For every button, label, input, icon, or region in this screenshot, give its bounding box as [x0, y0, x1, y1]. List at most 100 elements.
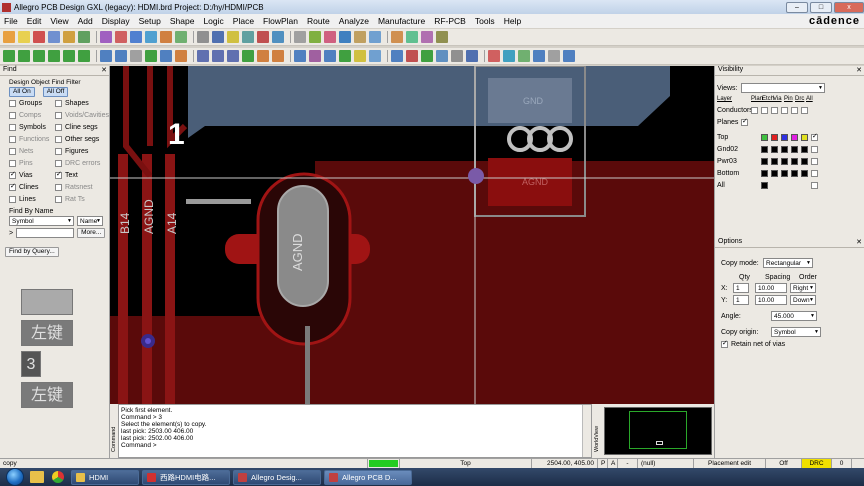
copy-origin-select[interactable]: Symbol: [771, 327, 821, 337]
x-order-select[interactable]: Right: [790, 283, 816, 293]
toolbar1-tool-icon[interactable]: [78, 31, 90, 43]
toolbar2-tool-icon[interactable]: [563, 50, 575, 62]
toolbar2-tool-icon[interactable]: [436, 50, 448, 62]
menu-place[interactable]: Place: [233, 16, 254, 26]
menu-tools[interactable]: Tools: [475, 16, 495, 26]
find-filter-item[interactable]: DRC errors: [55, 157, 109, 169]
menu-logic[interactable]: Logic: [203, 16, 223, 26]
find-filter-checkbox[interactable]: [9, 99, 16, 107]
layer-color-swatch[interactable]: [781, 169, 788, 177]
toolbar2-tool-icon[interactable]: [272, 50, 284, 62]
angle-select[interactable]: 45.000: [771, 311, 817, 321]
find-filter-item[interactable]: Voids/Cavities: [55, 109, 109, 121]
conductors-etch-check[interactable]: [761, 106, 768, 114]
taskbar-chrome-icon[interactable]: [52, 471, 64, 483]
layer-visible-checkbox[interactable]: [811, 181, 818, 189]
close-icon[interactable]: ✕: [856, 238, 862, 246]
toolbar2-tool-icon[interactable]: [548, 50, 560, 62]
find-filter-checkbox[interactable]: [55, 159, 62, 167]
y-qty-input[interactable]: 1: [733, 295, 749, 305]
toolbar1-tool-icon[interactable]: [212, 31, 224, 43]
layer-color-swatch[interactable]: [801, 133, 808, 141]
toolbar2-tool-icon[interactable]: [354, 50, 366, 62]
find-filter-checkbox[interactable]: [55, 135, 62, 143]
menu-rf-pcb[interactable]: RF-PCB: [434, 16, 466, 26]
taskbar-item[interactable]: 西路HDMI电路...: [142, 469, 230, 485]
toolbar2-tool-icon[interactable]: [309, 50, 321, 62]
find-filter-checkbox[interactable]: [55, 183, 62, 191]
toolbar2-tool-icon[interactable]: [294, 50, 306, 62]
taskbar-folder-icon[interactable]: [30, 471, 44, 483]
toolbar1-tool-icon[interactable]: [160, 31, 172, 43]
status-p[interactable]: P: [598, 459, 608, 468]
conductors-via-check[interactable]: [771, 106, 778, 114]
toolbar1-tool-icon[interactable]: [339, 31, 351, 43]
toolbar2-tool-icon[interactable]: [518, 50, 530, 62]
toolbar1-tool-icon[interactable]: [294, 31, 306, 43]
status-drc[interactable]: DRC: [802, 459, 832, 468]
design-canvas[interactable]: 1 B14 AGND A14 AGND GND AGND: [110, 66, 714, 404]
toolbar2-tool-icon[interactable]: [63, 50, 75, 62]
layer-color-swatch[interactable]: [781, 133, 788, 141]
find-filter-checkbox[interactable]: [9, 123, 16, 131]
more-button[interactable]: More...: [77, 228, 106, 238]
find-filter-item[interactable]: Clines: [9, 181, 55, 193]
toolbar1-tool-icon[interactable]: [197, 31, 209, 43]
layer-color-swatch[interactable]: [771, 133, 778, 141]
layer-color-swatch[interactable]: [771, 145, 778, 153]
toolbar2-tool-icon[interactable]: [18, 50, 30, 62]
y-spacing-input[interactable]: 10.00: [755, 295, 787, 305]
find-filter-checkbox[interactable]: [55, 99, 62, 107]
toolbar2-tool-icon[interactable]: [212, 50, 224, 62]
find-filter-checkbox[interactable]: [9, 111, 16, 119]
layer-color-swatch[interactable]: [791, 182, 798, 189]
toolbar1-tool-icon[interactable]: [354, 31, 366, 43]
toolbar1-tool-icon[interactable]: [63, 31, 75, 43]
layer-visible-checkbox[interactable]: [811, 169, 818, 177]
toolbar2-tool-icon[interactable]: [324, 50, 336, 62]
toolbar2-tool-icon[interactable]: [115, 50, 127, 62]
toolbar2-tool-icon[interactable]: [421, 50, 433, 62]
find-filter-item[interactable]: Symbols: [9, 121, 55, 133]
menu-file[interactable]: File: [4, 16, 18, 26]
toolbar2-tool-icon[interactable]: [242, 50, 254, 62]
toolbar1-tool-icon[interactable]: [257, 31, 269, 43]
find-filter-item[interactable]: Pins: [9, 157, 55, 169]
toolbar2-tool-icon[interactable]: [130, 50, 142, 62]
layer-visible-checkbox[interactable]: [811, 157, 818, 165]
find-filter-item[interactable]: Groups: [9, 97, 55, 109]
retain-net-checkbox[interactable]: [721, 339, 728, 348]
layer-color-swatch[interactable]: [761, 181, 768, 189]
copy-mode-select[interactable]: Rectangular: [763, 258, 813, 268]
toolbar2-tool-icon[interactable]: [391, 50, 403, 62]
taskbar-item[interactable]: HDMI: [71, 469, 139, 485]
trace-b14[interactable]: [118, 154, 128, 404]
taskbar-item[interactable]: Allegro PCB D...: [324, 469, 412, 485]
layer-color-swatch[interactable]: [791, 157, 798, 165]
toolbar2-tool-icon[interactable]: [406, 50, 418, 62]
toolbar1-tool-icon[interactable]: [406, 31, 418, 43]
toolbar1-tool-icon[interactable]: [33, 31, 45, 43]
menu-edit[interactable]: Edit: [27, 16, 42, 26]
menu-help[interactable]: Help: [504, 16, 521, 26]
menu-flowplan[interactable]: FlowPlan: [263, 16, 298, 26]
find-filter-checkbox[interactable]: [9, 135, 16, 143]
find-filter-item[interactable]: Comps: [9, 109, 55, 121]
find-type-select[interactable]: Symbol: [9, 216, 74, 226]
toolbar2-tool-icon[interactable]: [48, 50, 60, 62]
menu-setup[interactable]: Setup: [139, 16, 161, 26]
layer-color-swatch[interactable]: [791, 145, 798, 153]
menu-shape[interactable]: Shape: [170, 16, 195, 26]
find-filter-checkbox[interactable]: [9, 170, 16, 179]
close-button[interactable]: x: [834, 1, 864, 13]
conductors-all-check[interactable]: [801, 106, 808, 114]
conductors-drc-check[interactable]: [791, 106, 798, 114]
toolbar1-tool-icon[interactable]: [391, 31, 403, 43]
find-filter-checkbox[interactable]: [9, 159, 16, 167]
layer-visible-checkbox[interactable]: [811, 132, 818, 141]
start-button[interactable]: [6, 468, 24, 486]
toolbar2-tool-icon[interactable]: [33, 50, 45, 62]
find-filter-checkbox[interactable]: [9, 195, 16, 203]
toolbar2-tool-icon[interactable]: [160, 50, 172, 62]
toolbar2-tool-icon[interactable]: [227, 50, 239, 62]
